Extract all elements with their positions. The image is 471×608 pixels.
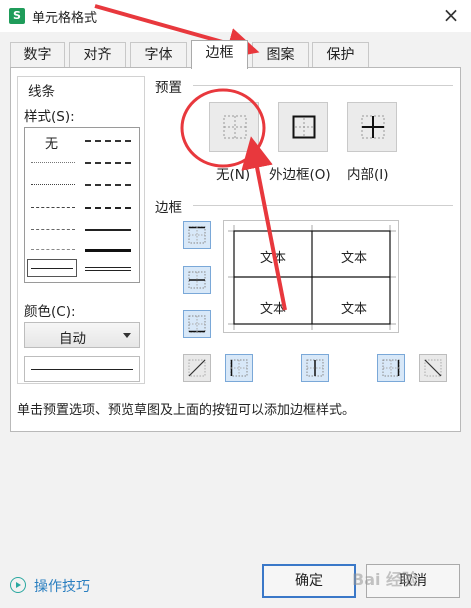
hint-text: 单击预置选项、预览草图及上面的按钮可以添加边框样式。 <box>17 403 356 418</box>
line-group-title: 线条 <box>28 84 55 100</box>
line-style-dotted[interactable] <box>31 184 75 185</box>
border-left-icon <box>230 359 248 377</box>
dialog-title: 单元格格式 <box>32 11 98 26</box>
line-style-medium-dash-dot[interactable] <box>85 184 131 186</box>
line-preview <box>24 356 140 382</box>
border-preview-area[interactable]: 文本 文本 文本 文本 <box>223 220 399 333</box>
preset-title: 预置 <box>155 80 182 96</box>
line-style-thick[interactable] <box>85 249 131 252</box>
preview-cell-top-right: 文本 <box>341 251 368 266</box>
border-tab-panel: 线条 样式(S): 无 颜色(C): 自动 预置 无(N) 外边框(O) 内部(… <box>10 67 461 432</box>
line-style-medium[interactable] <box>85 229 131 231</box>
line-style-double[interactable] <box>85 267 131 271</box>
preset-inside-button[interactable] <box>347 102 397 152</box>
preset-divider <box>193 85 453 86</box>
line-style-dashed[interactable] <box>31 249 75 250</box>
preset-none-label: 无(N) <box>216 167 251 183</box>
line-style-dash-dot-dot[interactable] <box>31 207 75 208</box>
style-label: 样式(S): <box>24 109 75 125</box>
border-right-button[interactable] <box>377 354 405 382</box>
border-inner-horizontal-button[interactable] <box>183 266 211 294</box>
line-group: 线条 样式(S): 无 颜色(C): 自动 <box>17 76 145 384</box>
border-title: 边框 <box>155 200 182 216</box>
tab-border[interactable]: 边框 <box>191 40 248 69</box>
border-none-icon <box>223 115 247 139</box>
line-color-dropdown[interactable]: 自动 <box>24 322 140 348</box>
play-circle-icon <box>10 577 26 593</box>
border-bottom-icon <box>188 315 206 333</box>
border-diagonal-up-button[interactable] <box>183 354 211 382</box>
close-icon[interactable]: × <box>439 4 463 28</box>
preset-outline-label: 外边框(O) <box>269 167 331 183</box>
app-logo-icon: S <box>9 8 25 24</box>
preview-cell-top-left: 文本 <box>260 251 287 266</box>
line-style-list[interactable]: 无 <box>24 127 140 283</box>
tab-pattern[interactable]: 图案 <box>252 42 309 68</box>
preview-cell-bottom-left: 文本 <box>260 302 287 317</box>
line-style-selected-thin[interactable] <box>27 259 77 277</box>
tab-protection[interactable]: 保护 <box>312 42 369 68</box>
chevron-down-icon <box>123 333 131 338</box>
tab-alignment[interactable]: 对齐 <box>69 42 126 68</box>
border-top-button[interactable] <box>183 221 211 249</box>
line-style-dash-dot[interactable] <box>31 229 75 230</box>
line-style-slant-dash-dot[interactable] <box>85 162 131 164</box>
line-style-medium-dashed[interactable] <box>85 207 131 209</box>
diagonal-up-icon <box>188 359 206 377</box>
diagonal-down-icon <box>424 359 442 377</box>
color-label: 颜色(C): <box>24 304 76 320</box>
preview-grid <box>228 225 396 330</box>
border-right-icon <box>382 359 400 377</box>
border-inner-vertical-icon <box>306 359 324 377</box>
border-left-button[interactable] <box>225 354 253 382</box>
border-inner-horizontal-icon <box>188 271 206 289</box>
tab-number[interactable]: 数字 <box>10 42 65 68</box>
ok-button[interactable]: 确定 <box>262 564 356 598</box>
line-style-hairline[interactable] <box>31 162 75 163</box>
border-divider <box>193 205 453 206</box>
border-inner-vertical-button[interactable] <box>301 354 329 382</box>
title-bar: S 单元格格式 × <box>0 0 471 32</box>
border-outline-icon <box>292 115 316 139</box>
border-bottom-button[interactable] <box>183 310 211 338</box>
tips-label[interactable]: 操作技巧 <box>34 576 90 596</box>
preset-none-button[interactable] <box>209 102 259 152</box>
line-color-value: 自动 <box>59 331 86 347</box>
preset-inside-label: 内部(I) <box>347 167 389 183</box>
border-top-icon <box>188 226 206 244</box>
line-style-medium-dash-dot-dot[interactable] <box>85 140 131 142</box>
line-style-none[interactable]: 无 <box>45 133 58 152</box>
preset-outline-button[interactable] <box>278 102 328 152</box>
tab-font[interactable]: 字体 <box>130 42 187 68</box>
watermark: Bai 经验 <box>352 570 419 589</box>
border-inside-icon <box>361 115 385 139</box>
preview-cell-bottom-right: 文本 <box>341 302 368 317</box>
border-diagonal-down-button[interactable] <box>419 354 447 382</box>
